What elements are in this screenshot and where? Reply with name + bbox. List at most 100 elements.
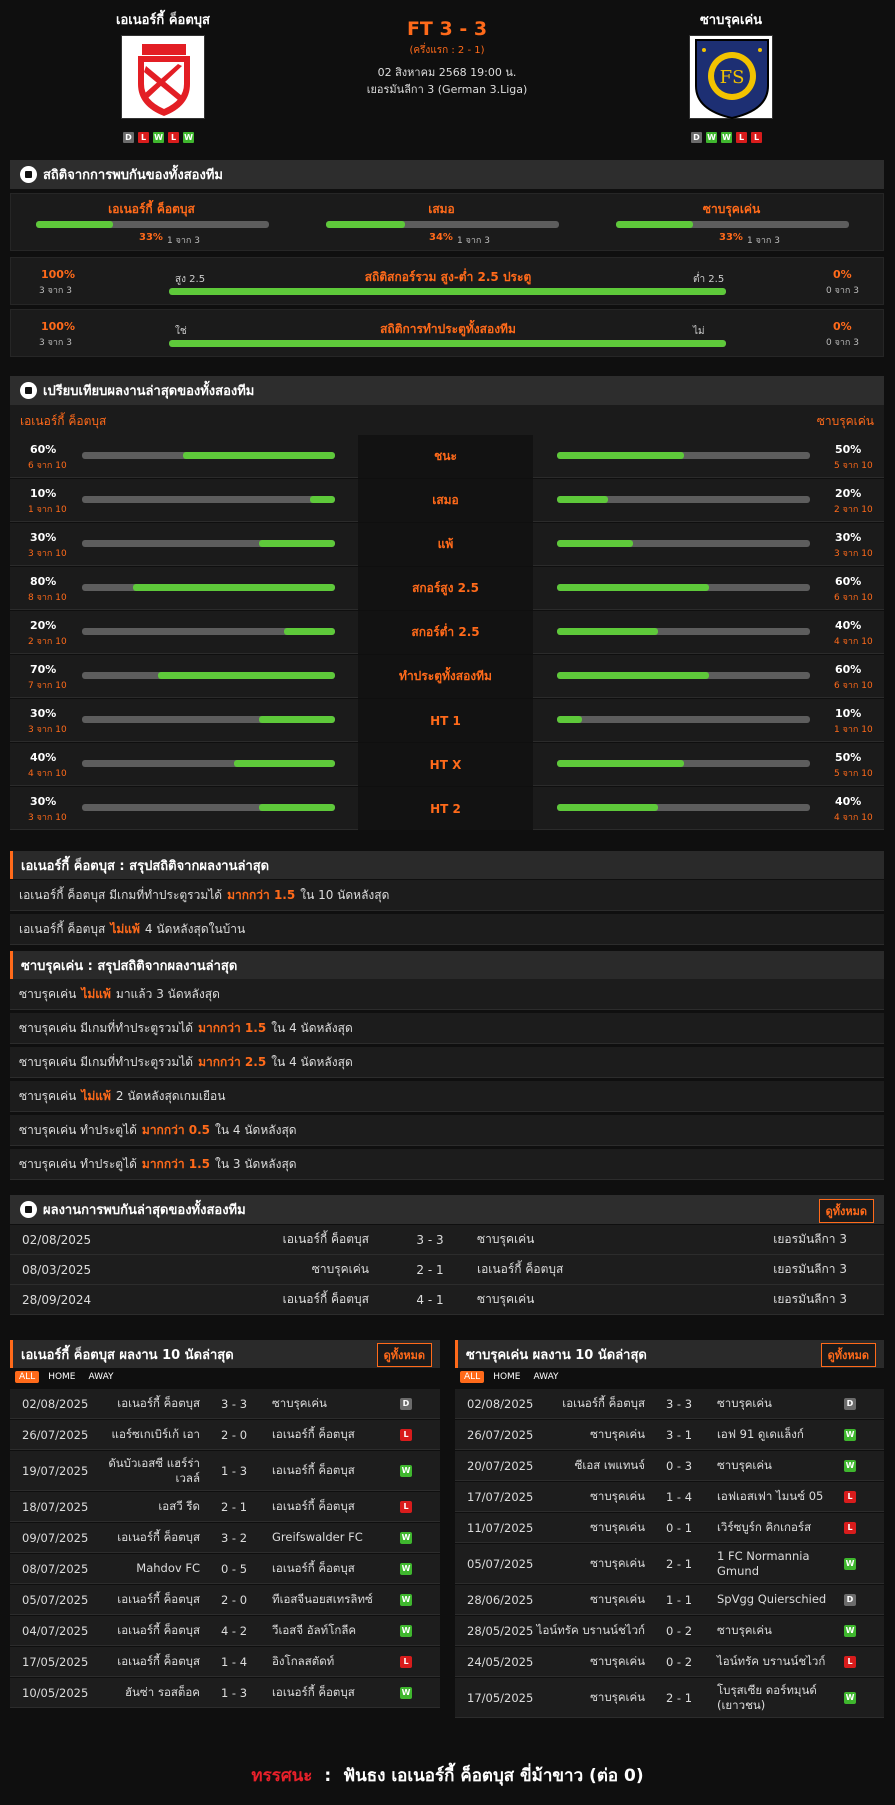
result-row[interactable]: 05/07/2025 เอเนอร์กี้ ค็อตบุส 2 - 0 ทีเอสจี… <box>10 1585 440 1615</box>
h2h-score: 3 - 3 <box>416 1232 444 1247</box>
result-row[interactable]: 19/07/2025 ดันบัวเอสซี แฮร์ร่า เวลล์ 1 - 3… <box>10 1451 440 1491</box>
result-away[interactable]: ทีเอสจีนอยสเทรลิทซ์ <box>272 1585 373 1614</box>
h2h-away[interactable]: ซาบรุคเค่น <box>477 1285 534 1314</box>
result-away[interactable]: อิงโกลสตัดท์ <box>272 1647 334 1676</box>
result-row[interactable]: 02/08/2025 เอเนอร์กี้ ค็อตบุส 3 - 3 ซาบรุคเ… <box>10 1389 440 1419</box>
result-row[interactable]: 10/05/2025 ฮันซ่า รอสต็อค 1 - 3 เอเนอร์กี้ … <box>10 1678 440 1708</box>
result-row[interactable]: 20/07/2025 ซีเอส เพแทนจ์ 0 - 3 ซาบรุคเค่น W <box>455 1451 884 1481</box>
result-row[interactable]: 26/07/2025 แอร์ซเกเบิร์เก้ เอา 2 - 0 เอเนอร… <box>10 1420 440 1450</box>
tab-home[interactable]: HOME <box>489 1371 524 1383</box>
away-last10-view-all[interactable]: ดูทั้งหมด <box>820 1343 876 1367</box>
result-away[interactable]: ซาบรุคเค่น <box>717 1389 772 1418</box>
home-team-logo[interactable] <box>121 35 205 119</box>
row-left-label: ใช่ <box>175 326 187 337</box>
result-row[interactable]: 24/05/2025 ซาบรุคเค่น 0 - 2 ไอน์ทรัค บรานน์… <box>455 1647 884 1677</box>
row-title: สถิติการทำประตูทั้งสองทีม <box>380 322 516 336</box>
h2h-item-label: เสมอ <box>428 202 455 216</box>
result-home[interactable]: ซาบรุคเค่น <box>590 1678 645 1717</box>
result-row[interactable]: 09/07/2025 เอเนอร์กี้ ค็อตบุส 3 - 2 Greifsw… <box>10 1523 440 1553</box>
result-away[interactable]: เอเนอร์กี้ ค็อตบุส <box>272 1420 355 1449</box>
h2h-result-row[interactable]: 02/08/2025 เอเนอร์กี้ ค็อตบุส 3 - 3 ซาบรุคเ… <box>10 1225 884 1255</box>
result-home[interactable]: ซีเอส เพแทนจ์ <box>575 1451 645 1480</box>
result-row[interactable]: 08/07/2025 Mahdov FC 0 - 5 เอเนอร์กี้ ค็อตบ… <box>10 1554 440 1584</box>
result-row[interactable]: 02/08/2025 เอเนอร์กี้ ค็อตบุส 3 - 3 ซาบรุคเ… <box>455 1389 884 1419</box>
result-away[interactable]: เอเนอร์กี้ ค็อตบุส <box>272 1492 355 1521</box>
result-away[interactable]: ซาบรุคเค่น <box>272 1389 327 1418</box>
result-home[interactable]: เอเนอร์กี้ ค็อตบุส <box>117 1616 200 1645</box>
compare-away-bar <box>557 584 810 591</box>
result-away[interactable]: เอเนอร์กี้ ค็อตบุส <box>272 1451 355 1490</box>
result-home[interactable]: ไอน์ทรัค บรานน์ชไวก์ <box>537 1616 645 1645</box>
result-home[interactable]: ซาบรุคเค่น <box>590 1482 645 1511</box>
summary-line-text: เอเนอร์กี้ ค็อตบุส มีเกมที่ทำประตูรวมได้ <box>19 887 223 902</box>
tab-all[interactable]: ALL <box>15 1371 40 1383</box>
result-away[interactable]: 1 FC Normannia Gmund <box>717 1544 810 1583</box>
compare-home-pct: 10% <box>30 487 57 500</box>
result-home[interactable]: Mahdov FC <box>136 1554 200 1583</box>
result-away[interactable]: เอเนอร์กี้ ค็อตบุส <box>272 1554 355 1583</box>
h2h-away[interactable]: เอเนอร์กี้ ค็อตบุส <box>477 1255 563 1284</box>
result-row[interactable]: 18/07/2025 เอสวี รีด 2 - 1 เอเนอร์กี้ ค็อตบ… <box>10 1492 440 1522</box>
tab-away[interactable]: AWAY <box>85 1371 118 1383</box>
h2h-view-all-button[interactable]: ดูทั้งหมด <box>818 1199 874 1223</box>
result-home[interactable]: ซาบรุคเค่น <box>590 1513 645 1542</box>
result-away[interactable]: วีเอสจี อัลท์โกลีค <box>272 1616 356 1645</box>
result-row[interactable]: 11/07/2025 ซาบรุคเค่น 0 - 1 เวิร์ซบูร์ก คิก… <box>455 1513 884 1543</box>
tab-home[interactable]: HOME <box>44 1371 79 1383</box>
away-team-name[interactable]: ซาบรุคเค่น <box>631 9 831 30</box>
home-last10-view-all[interactable]: ดูทั้งหมด <box>376 1343 432 1367</box>
result-home[interactable]: ซาบรุคเค่น <box>590 1544 645 1583</box>
result-home[interactable]: เอเนอร์กี้ ค็อตบุส <box>117 1647 200 1676</box>
result-row[interactable]: 26/07/2025 ซาบรุคเค่น 3 - 1 เอฟ 91 ดูเดแล็ง… <box>455 1420 884 1450</box>
h2h-result-row[interactable]: 08/03/2025 ซาบรุคเค่น 2 - 1 เอเนอร์กี้ ค็อต… <box>10 1255 884 1285</box>
h2h-away[interactable]: ซาบรุคเค่น <box>477 1225 534 1254</box>
result-away[interactable]: โบรุสเซีย ดอร์ทมุนด์ (เยาวชน) <box>717 1678 817 1717</box>
result-home[interactable]: เอเนอร์กี้ ค็อตบุส <box>562 1389 645 1418</box>
result-score: 3 - 2 <box>220 1530 248 1545</box>
result-home[interactable]: เอเนอร์กี้ ค็อตบุส <box>117 1523 200 1552</box>
result-away[interactable]: เอฟเอสเฟา ไมนซ์ 05 <box>717 1482 823 1511</box>
result-row[interactable]: 28/06/2025 ซาบรุคเค่น 1 - 1 SpVgg Quierschi… <box>455 1585 884 1615</box>
result-away[interactable]: เอเนอร์กี้ ค็อตบุส <box>272 1678 355 1707</box>
tab-away[interactable]: AWAY <box>530 1371 563 1383</box>
tab-all[interactable]: ALL <box>460 1371 485 1383</box>
h2h-home[interactable]: ซาบรุคเค่น <box>312 1255 369 1284</box>
compare-row: 30% 3 จาก 10 HT 2 40% 4 จาก 10 <box>10 787 884 830</box>
result-away[interactable]: ไอน์ทรัค บรานน์ชไวก์ <box>717 1647 825 1676</box>
result-row[interactable]: 17/05/2025 เอเนอร์กี้ ค็อตบุส 1 - 4 อิงโกลส… <box>10 1647 440 1677</box>
result-away[interactable]: ซาบรุคเค่น <box>717 1616 772 1645</box>
compare-home-bar-fill <box>259 540 335 547</box>
result-row[interactable]: 05/07/2025 ซาบรุคเค่น 2 - 1 1 FC Normannia … <box>455 1544 884 1584</box>
result-home[interactable]: แอร์ซเกเบิร์เก้ เอา <box>112 1420 200 1449</box>
result-row[interactable]: 04/07/2025 เอเนอร์กี้ ค็อตบุส 4 - 2 วีเอสจี… <box>10 1616 440 1646</box>
result-away[interactable]: Greifswalder FC <box>272 1523 363 1552</box>
compare-away-pct: 60% <box>835 663 862 676</box>
result-away[interactable]: ซาบรุคเค่น <box>717 1451 772 1480</box>
result-home[interactable]: ซาบรุคเค่น <box>590 1585 645 1614</box>
h2h-home[interactable]: เอเนอร์กี้ ค็อตบุส <box>283 1225 369 1254</box>
result-home[interactable]: ดันบัวเอสซี แฮร์ร่า เวลล์ <box>108 1451 200 1490</box>
result-away[interactable]: SpVgg Quierschied <box>717 1585 826 1614</box>
compare-away-bar-fill <box>557 540 633 547</box>
result-home[interactable]: เอสวี รีด <box>158 1492 200 1521</box>
result-row[interactable]: 17/07/2025 ซาบรุคเค่น 1 - 4 เอฟเอสเฟา ไมนซ์… <box>455 1482 884 1512</box>
result-away[interactable]: เวิร์ซบูร์ก คิกเกอร์ส <box>717 1513 811 1542</box>
result-home[interactable]: ฮันซ่า รอสต็อค <box>125 1678 200 1707</box>
away-team-logo[interactable]: FS <box>689 35 773 120</box>
result-away[interactable]: เอฟ 91 ดูเดแล็งก์ <box>717 1420 804 1449</box>
result-home[interactable]: เอเนอร์กี้ ค็อตบุส <box>117 1389 200 1418</box>
result-row[interactable]: 28/05/2025 ไอน์ทรัค บรานน์ชไวก์ 0 - 2 ซาบรุ… <box>455 1616 884 1646</box>
result-date: 05/07/2025 <box>467 1556 534 1571</box>
compare-away-sub: 3 จาก 10 <box>834 549 873 559</box>
h2h-result-row[interactable]: 28/09/2024 เอเนอร์กี้ ค็อตบุส 4 - 1 ซาบรุคเ… <box>10 1285 884 1315</box>
compare-home-bar-fill <box>284 628 335 635</box>
home-team-name[interactable]: เอเนอร์กี้ ค็อตบุส <box>63 9 263 30</box>
result-row[interactable]: 17/05/2025 ซาบรุคเค่น 2 - 1 โบรุสเซีย ดอร์ท… <box>455 1678 884 1718</box>
compare-label: สกอร์ต่ำ 2.5 <box>358 611 533 654</box>
h2h-item-pct: 33% <box>139 232 163 243</box>
h2h-home[interactable]: เอเนอร์กี้ ค็อตบุส <box>283 1285 369 1314</box>
result-badge: W <box>400 1465 412 1477</box>
result-home[interactable]: เอเนอร์กี้ ค็อตบุส <box>117 1585 200 1614</box>
result-home[interactable]: ซาบรุคเค่น <box>590 1420 645 1449</box>
result-home[interactable]: ซาบรุคเค่น <box>590 1647 645 1676</box>
